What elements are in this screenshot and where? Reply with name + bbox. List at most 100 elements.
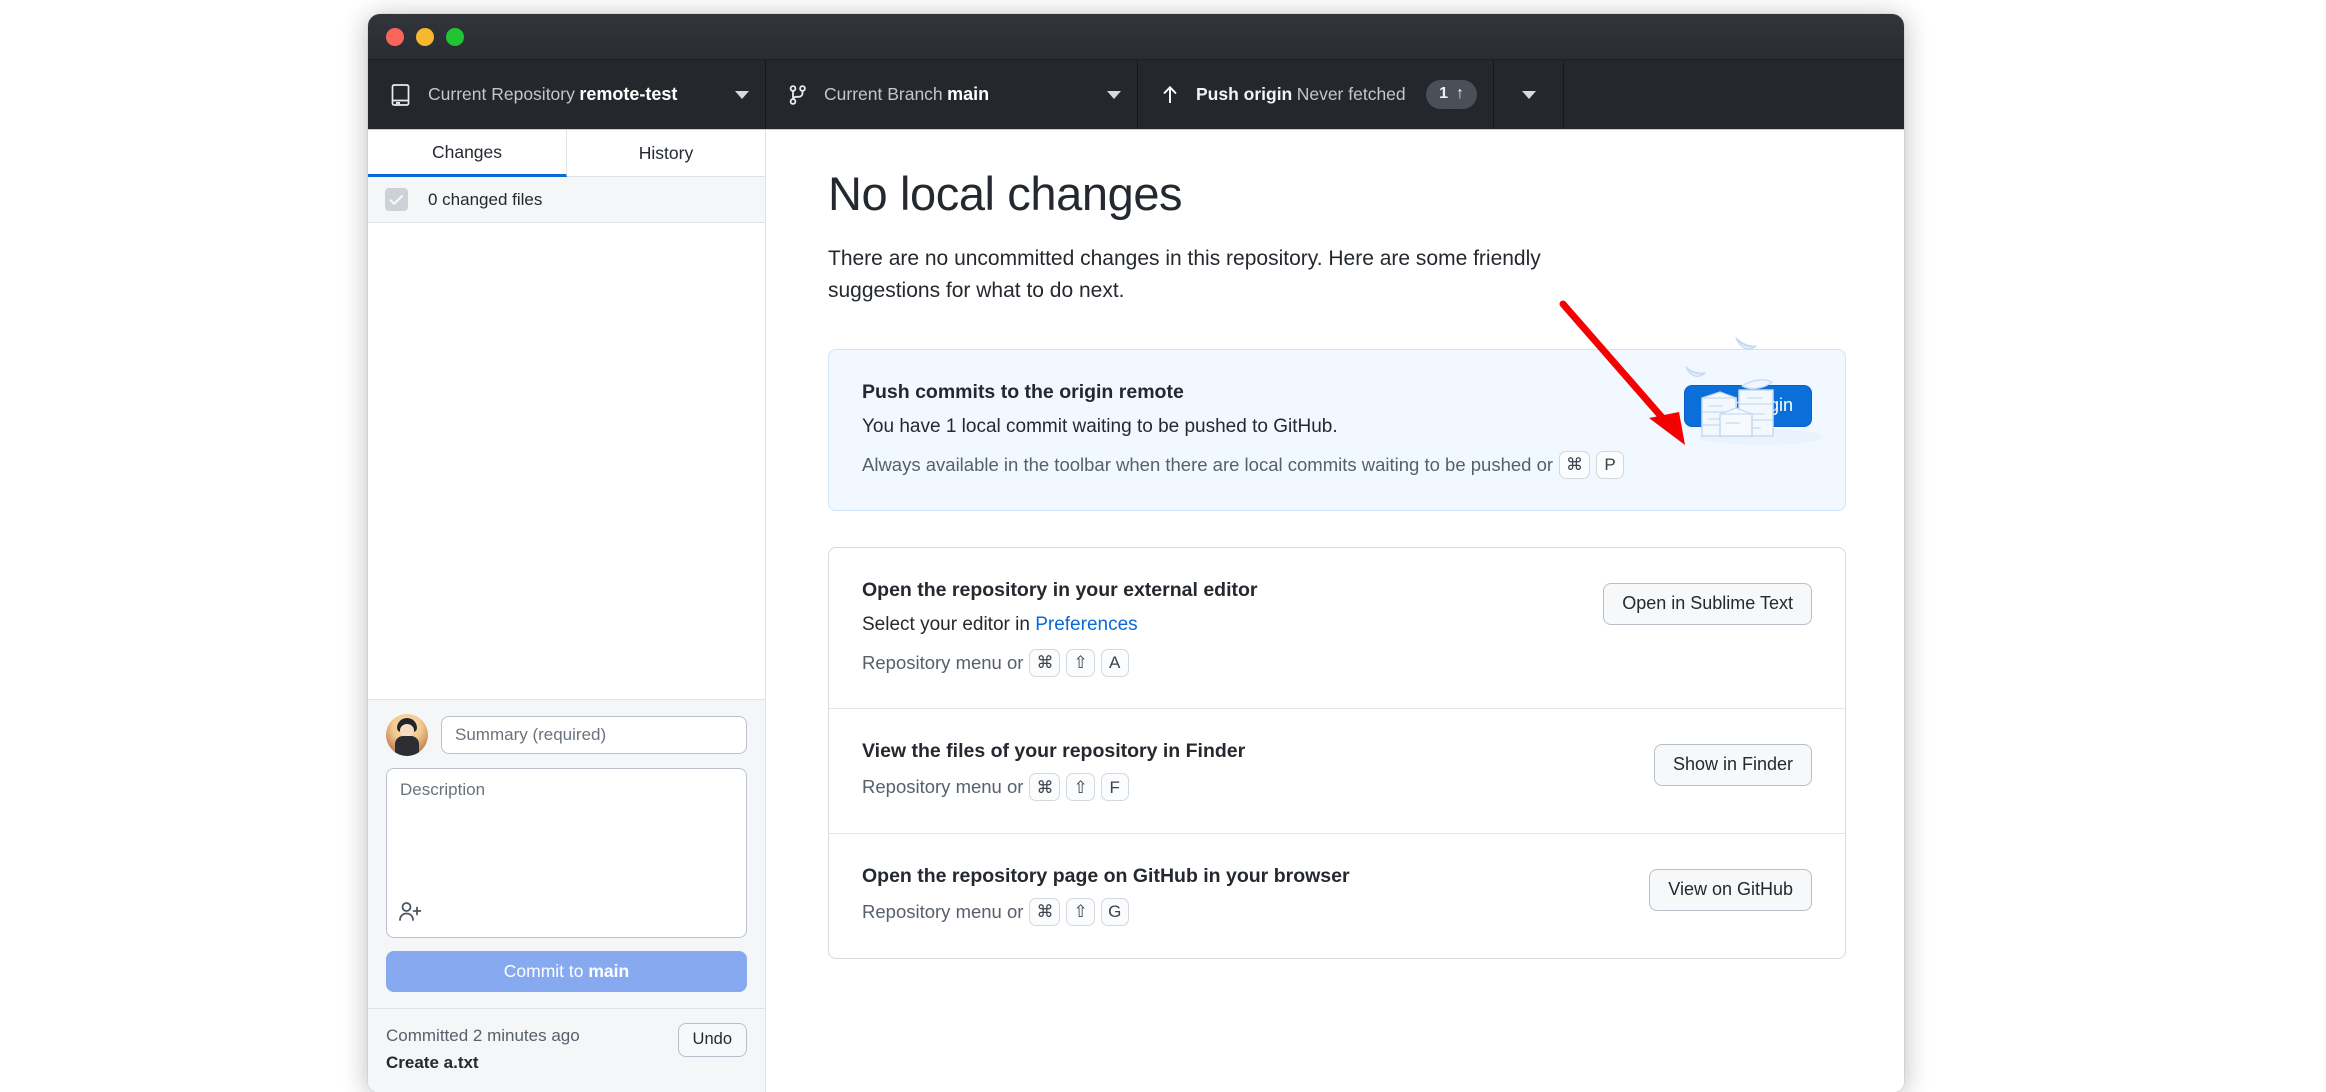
suggestion-action: View on GitHub [1649,865,1812,911]
kbd-command-icon: ⌘ [1029,649,1060,677]
tab-history-label: History [639,143,693,164]
suggestion-row-open-external-editor: Open the repository in your external edi… [829,548,1845,708]
undo-commit-texts: Committed 2 minutes ago Create a.txt [386,1023,580,1076]
changes-sidebar: Changes History 0 changed files [368,130,766,1092]
last-commit-message: Create a.txt [386,1050,580,1076]
suggestion-title: Push commits to the origin remote [862,381,1660,404]
push-origin-status: Never fetched [1297,84,1406,104]
show-in-finder-button[interactable]: Show in Finder [1654,744,1812,786]
push-origin-toolbar-button[interactable]: Push origin Never fetched 1 ↑ [1138,60,1494,129]
page-title: No local changes [828,166,1846,221]
kbd-f: F [1101,773,1129,801]
close-window-icon[interactable] [386,28,404,46]
repository-icon [390,83,412,107]
kbd-p: P [1596,451,1624,479]
suggestion-action: Show in Finder [1654,740,1812,786]
minimize-window-icon[interactable] [416,28,434,46]
push-origin-dropdown-button[interactable] [1494,60,1564,129]
commit-to-branch-button[interactable]: Commit to main [386,951,747,992]
suggestion-row: Push commits to the origin remote You ha… [829,350,1845,510]
ahead-arrow-icon: ↑ [1456,85,1464,103]
no-changes-panel: No local changes There are no uncommitte… [766,130,1904,1092]
tab-history[interactable]: History [567,130,765,177]
suggestion-card-push-commits: Push commits to the origin remote You ha… [828,349,1846,511]
suggestion-hint-text: Always available in the toolbar when the… [862,450,1553,480]
suggestion-hint: Always available in the toolbar when the… [862,450,1660,480]
open-in-editor-button[interactable]: Open in Sublime Text [1603,583,1812,625]
push-origin-button[interactable]: Push origin [1684,385,1812,427]
suggestion-texts: Open the repository page on GitHub in yo… [862,865,1625,927]
view-on-github-button[interactable]: View on GitHub [1649,869,1812,911]
changed-files-count-label: 0 changed files [428,190,542,210]
commit-form: Commit to main [368,699,765,1008]
suggestion-hint-text: Repository menu or [862,772,1023,802]
suggestion-hint: Repository menu or ⌘ ⇧ G [862,897,1625,927]
sidebar-tabs: Changes History [368,130,765,177]
kbd-command-icon: ⌘ [1559,451,1590,479]
undo-commit-bar: Committed 2 minutes ago Create a.txt Und… [368,1008,765,1092]
kbd-command-icon: ⌘ [1029,898,1060,926]
undo-button[interactable]: Undo [678,1023,747,1057]
toolbar-empty-space [1564,60,1904,129]
kbd-g: G [1101,898,1129,926]
changed-file-list[interactable] [368,223,765,699]
push-origin-label: Push origin [1196,84,1292,104]
commit-button-branch: main [588,961,629,981]
suggestion-texts: View the files of your repository in Fin… [862,740,1630,802]
arrow-up-icon [1160,83,1180,107]
current-repository-label: Current Repository [428,84,575,104]
suggestion-title: Open the repository in your external edi… [862,579,1579,602]
kbd-shift-icon: ⇧ [1066,773,1094,801]
main-body: Changes History 0 changed files [368,130,1904,1092]
suggestion-description-prefix: Select your editor in [862,614,1035,635]
suggestion-hint: Repository menu or ⌘ ⇧ F [862,772,1630,802]
suggestion-description: You have 1 local commit waiting to be pu… [862,413,1660,442]
current-repository-value: remote-test [579,84,677,104]
suggestion-description: Select your editor in Preferences [862,611,1579,640]
app-toolbar: Current Repository remote-test Current B… [368,60,1904,130]
suggestion-texts: Open the repository in your external edi… [862,579,1579,677]
suggestion-row-show-in-finder: View the files of your repository in Fin… [829,708,1845,833]
add-coauthor-icon[interactable] [398,901,424,928]
kbd-a: A [1101,649,1129,677]
select-all-files-checkbox[interactable] [385,188,408,211]
branch-icon [788,83,808,107]
window-titlebar [368,14,1904,60]
suggestion-action: Push origin [1684,381,1812,427]
chevron-down-icon [1107,91,1121,99]
current-branch-label: Current Branch [824,84,943,104]
commit-description-input[interactable] [387,769,746,937]
suggestion-hint-text: Repository menu or [862,897,1023,927]
commit-description-wrap [386,768,747,938]
ahead-commits-badge: 1 ↑ [1426,80,1477,109]
suggestion-row-view-on-github: Open the repository page on GitHub in yo… [829,833,1845,958]
suggestion-hint-text: Repository menu or [862,648,1023,678]
traffic-light-buttons [386,28,464,46]
suggestion-title: Open the repository page on GitHub in yo… [862,865,1625,888]
commit-timestamp: Committed 2 minutes ago [386,1023,580,1049]
tab-changes-label: Changes [432,142,502,163]
current-repository-button[interactable]: Current Repository remote-test [368,60,766,129]
avatar [386,714,428,756]
suggestion-texts: Push commits to the origin remote You ha… [862,381,1660,479]
suggestion-action: Open in Sublime Text [1603,579,1812,625]
chevron-down-icon [735,91,749,99]
page-subtitle: There are no uncommitted changes in this… [828,243,1658,307]
commit-button-prefix: Commit to [504,961,589,981]
ahead-commits-count: 1 [1439,85,1448,103]
current-branch-value: main [947,84,989,104]
kbd-command-icon: ⌘ [1029,773,1060,801]
kbd-shift-icon: ⇧ [1066,898,1094,926]
kbd-shift-icon: ⇧ [1066,649,1094,677]
commit-summary-input[interactable] [441,716,747,754]
chevron-down-icon [1522,91,1536,99]
changed-files-header: 0 changed files [368,177,765,223]
maximize-window-icon[interactable] [446,28,464,46]
commit-summary-row [386,714,747,756]
suggestion-hint: Repository menu or ⌘ ⇧ A [862,648,1579,678]
github-desktop-window: Current Repository remote-test Current B… [368,14,1904,1092]
preferences-link[interactable]: Preferences [1035,614,1137,635]
current-branch-button[interactable]: Current Branch main [766,60,1138,129]
suggestion-card-group: Open the repository in your external edi… [828,547,1846,958]
tab-changes[interactable]: Changes [368,130,567,177]
